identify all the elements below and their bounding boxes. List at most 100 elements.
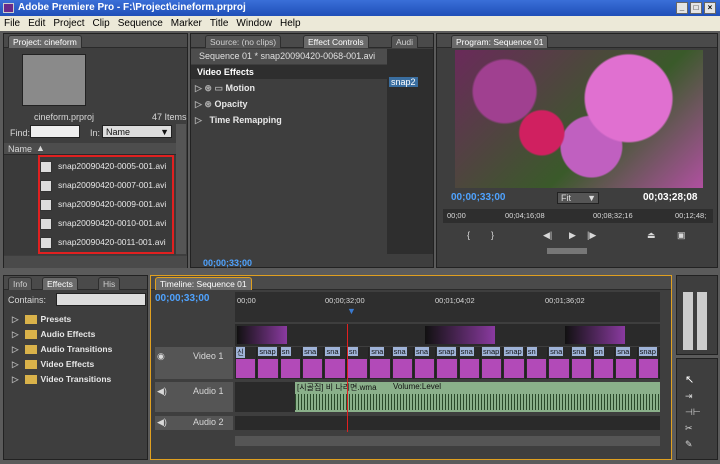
set-out-icon[interactable]: } [491,230,494,240]
video-clip[interactable]: sna [414,347,437,379]
effect-row[interactable]: ▷ ⊛ Opacity [195,97,385,112]
menu-marker[interactable]: Marker [167,16,206,31]
video-clip-thumbnail [459,359,480,378]
video-clip[interactable]: sna [459,347,482,379]
timeline-ruler[interactable]: 00;00 00;00;32;00 00;01;04;02 00;01;36;0… [235,292,660,322]
menu-clip[interactable]: Clip [88,16,113,31]
video-clip-label: sn [526,347,537,356]
video-clip[interactable]: sna [369,347,392,379]
ripple-edit-icon[interactable]: ⊣⊢ [685,407,701,418]
speaker-icon[interactable]: ◀) [157,386,167,397]
in-select[interactable]: Name ▼ [102,125,172,138]
eye-icon[interactable]: ◉ [157,351,165,362]
menu-sequence[interactable]: Sequence [114,16,167,31]
program-ruler[interactable]: 00;00 00;04;16;08 00;08;32;16 00;12;48; [443,209,713,223]
tab-source[interactable]: Source: (no clips) [205,35,282,48]
title-clip[interactable] [237,326,287,344]
video-clip-label: sn [280,347,291,356]
track-select-icon[interactable]: ⇥ [685,391,693,402]
video-clip[interactable]: 신 [235,347,258,379]
video-clip-label: sna [325,347,340,356]
video-clip[interactable]: sna [302,347,325,379]
maximize-button[interactable]: □ [690,2,702,14]
playhead-icon[interactable]: ▼ [347,306,356,316]
volume-level[interactable]: Volume:Level [393,382,441,391]
menu-file[interactable]: File [0,16,24,31]
tab-history[interactable]: His [98,277,121,290]
play-icon[interactable]: ▶ [569,230,576,241]
menu-edit[interactable]: Edit [24,16,49,31]
pen-tool-icon[interactable]: ✎ [685,439,693,450]
video-clip[interactable]: sna [392,347,414,379]
name-column-header[interactable]: Name [8,144,32,154]
video-clip[interactable]: snap [436,347,459,379]
tab-effects[interactable]: Effects [42,277,78,290]
video-clip[interactable]: sna [615,347,638,379]
video-clip-thumbnail [482,359,502,378]
video-clip[interactable]: sna [548,347,571,379]
close-button[interactable]: × [704,2,716,14]
title-clip[interactable] [425,326,495,344]
effect-row[interactable]: ▷ Time Remapping [195,113,385,128]
video-clip[interactable]: sna [324,347,347,379]
audio-waveform [295,394,660,410]
tab-info[interactable]: Info [8,277,33,290]
list-item[interactable]: ▷ Audio Transitions [4,342,154,357]
audio-clip[interactable]: [시골집] 비 나리면.wma Volume:Level [295,382,660,412]
folder-icon [24,315,37,325]
fit-select[interactable]: Fit ▼ [557,192,599,204]
tab-effect-controls[interactable]: Effect Controls [303,35,369,48]
lift-icon[interactable]: ⏏ [647,230,656,241]
project-panel: Project: cineform cineform.prproj 47 Ite… [3,33,188,268]
video-clip-label: 신 [236,347,245,358]
effect-timecode[interactable]: 00;00;33;00 [203,258,252,268]
menu-title[interactable]: Title [206,16,233,31]
minimize-button[interactable]: _ [676,2,688,14]
tab-audio[interactable]: Audi [391,35,419,48]
project-scrollbar[interactable] [176,124,186,254]
selection-highlight [38,155,174,254]
export-frame-icon[interactable]: ▣ [677,230,686,241]
video-clip-label: sna [549,347,564,356]
step-forward-icon[interactable]: |▶ [587,230,596,241]
video-track-header: ◉ Video 1 [155,347,233,379]
list-item[interactable]: ▷ Video Transitions [4,372,154,387]
list-item[interactable]: ▷ Video Effects [4,357,154,372]
selection-tool-icon[interactable]: ↖ [685,373,694,386]
step-back-icon[interactable]: ◀| [543,230,552,241]
tab-program[interactable]: Program: Sequence 01 [451,35,549,48]
video-clip[interactable]: snap [503,347,526,379]
menu-project[interactable]: Project [49,16,88,31]
menu-help[interactable]: Help [276,16,305,31]
video-clip[interactable]: sn [526,347,549,379]
set-in-icon[interactable]: { [467,230,470,240]
video-clip[interactable]: snap [638,347,660,379]
video-clip[interactable]: sn [593,347,616,379]
tab-timeline[interactable]: Timeline: Sequence 01 [155,277,252,290]
video-track-name: Video 1 [193,351,224,361]
timeline-timecode[interactable]: 00;00;33;00 [155,293,209,304]
razor-tool-icon[interactable]: ✂ [685,423,693,434]
speaker-icon[interactable]: ◀) [157,417,167,428]
find-input[interactable] [30,125,80,138]
effect-row[interactable]: ▷ ⊛ ▭ Motion [195,81,385,96]
menu-window[interactable]: Window [232,16,276,31]
playhead-line [347,324,348,432]
list-item[interactable]: ▷ Presets [4,312,154,327]
video-clip-thumbnail [549,359,569,378]
tab-project[interactable]: Project: cineform [8,35,82,48]
video-clip[interactable]: sn [347,347,370,379]
video-clip[interactable]: snap [481,347,504,379]
video-clip-thumbnail [593,359,614,378]
video-clip-label: sna [459,347,474,356]
program-timecode[interactable]: 00;00;33;00 [451,192,505,203]
list-item[interactable]: ▷ Audio Effects [4,327,154,342]
contains-input[interactable] [56,293,146,306]
title-clip[interactable] [565,326,625,344]
timeline-scrollbar[interactable] [235,436,660,446]
video-clip[interactable]: sna [571,347,593,379]
video-clip[interactable]: sn [280,347,303,379]
video-clip[interactable]: snap [257,347,280,379]
video1-track: 신 snap sn sna sna sn sna sna sna snap sna snap snap s… [235,347,660,379]
shuttle-slider[interactable] [547,248,587,254]
